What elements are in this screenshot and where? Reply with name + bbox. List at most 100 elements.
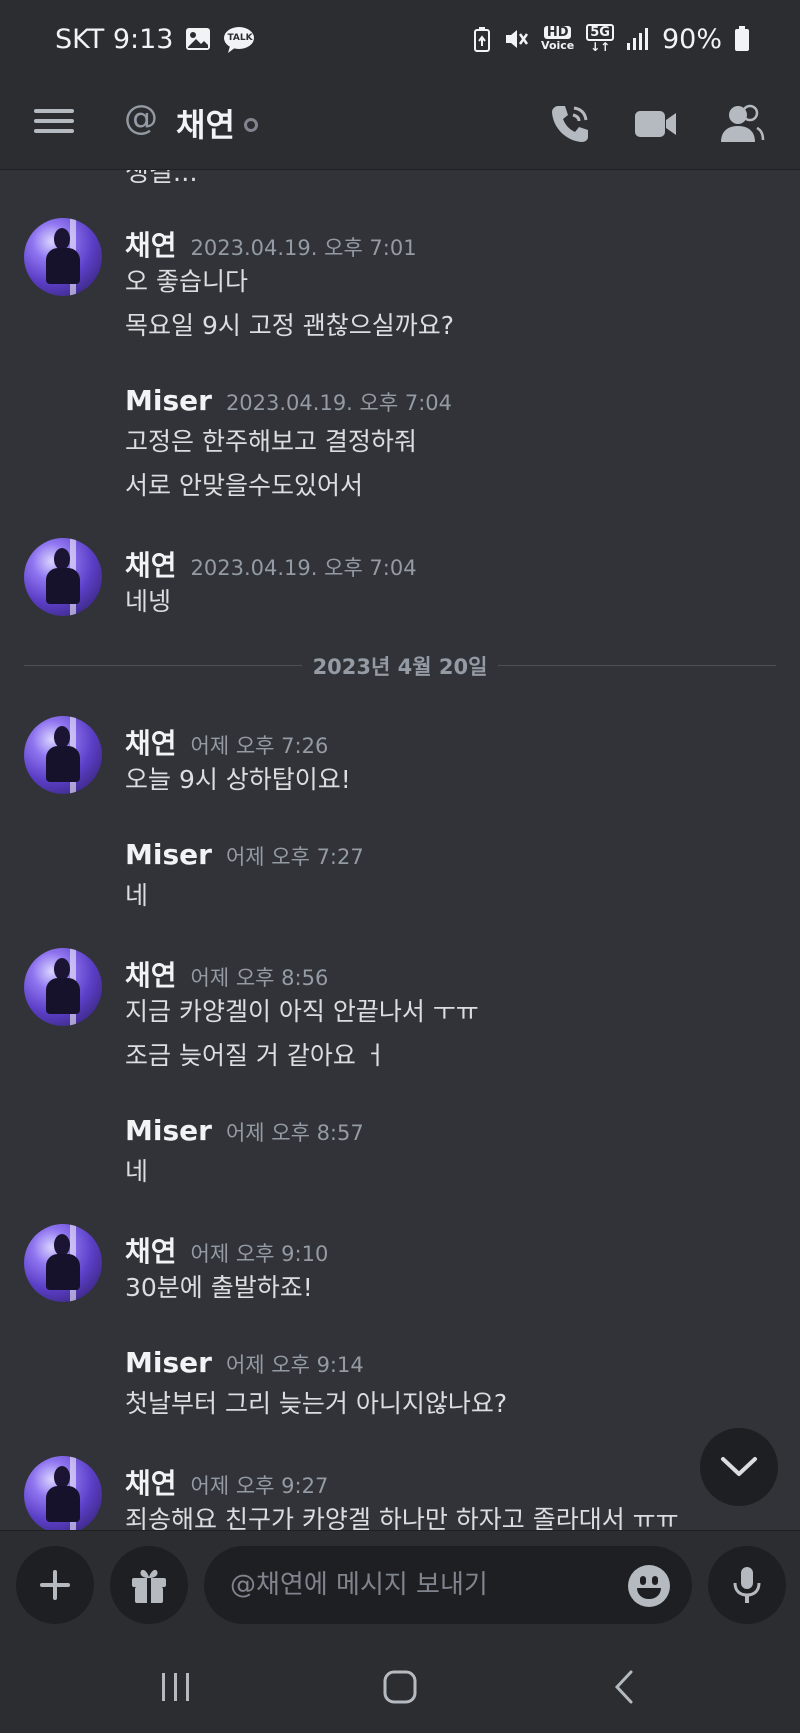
message-text[interactable]: 오늘 9시 상하탑이요!	[125, 760, 351, 796]
author-name: 채연	[125, 549, 177, 582]
message-text[interactable]: 죄송해요 친구가 카양겔 하나만 하자고 졸라대서 ㅠㅠ	[125, 1500, 679, 1530]
attach-button[interactable]	[16, 1546, 94, 1624]
status-bar-left: SKT 9:13 TALK	[55, 24, 255, 55]
author-name: 채연	[125, 959, 177, 992]
message-author[interactable]: 채연 어제 오후 9:10	[125, 1230, 328, 1270]
menu-button[interactable]	[34, 104, 74, 144]
date-divider-label: 2023년 4월 20일	[312, 655, 488, 679]
message-text[interactable]: 네넹	[125, 582, 171, 618]
author-name: 채연	[125, 1467, 177, 1500]
message-timestamp: 어제 오후 8:57	[225, 1121, 364, 1145]
message-author[interactable]: Miser 어제 오후 9:14	[125, 1346, 364, 1379]
hd-voice-top: HD	[543, 26, 572, 39]
data-arrows-icon: ↓↑	[590, 40, 611, 54]
author-name: Miser	[125, 1346, 212, 1379]
chevron-down-icon	[721, 1457, 757, 1476]
back-button[interactable]	[594, 1664, 654, 1710]
cutoff-message-text: 생길...	[125, 170, 198, 188]
video-camera-icon	[635, 111, 676, 137]
avatar[interactable]	[24, 538, 102, 616]
network-type: 5G	[586, 24, 614, 41]
jump-to-latest-button[interactable]	[700, 1428, 778, 1506]
message-text[interactable]: 목요일 9시 고정 괜찮으실까요?	[125, 306, 454, 342]
kakaotalk-icon: TALK	[223, 26, 255, 53]
message-author[interactable]: Miser 2023.04.19. 오후 7:04	[125, 384, 452, 417]
signal-icon	[626, 27, 650, 51]
video-call-button[interactable]	[630, 98, 682, 150]
channel-header: @ 채연	[0, 78, 800, 170]
members-button[interactable]	[716, 98, 768, 150]
message-list[interactable]: 생길... 채연 2023.04.19. 오후 7:01 오 좋습니다 목요일 9…	[0, 170, 800, 1530]
home-button[interactable]	[370, 1664, 430, 1710]
avatar[interactable]	[24, 218, 102, 296]
message-text[interactable]: 첫날부터 그리 늦는거 아니지않나요?	[125, 1384, 507, 1420]
home-icon	[383, 1670, 417, 1704]
message-composer	[0, 1530, 800, 1640]
message-timestamp: 어제 오후 9:14	[225, 1353, 364, 1377]
message-text[interactable]: 네	[125, 876, 148, 912]
message-timestamp: 2023.04.19. 오후 7:04	[190, 556, 417, 580]
avatar[interactable]	[24, 1224, 102, 1302]
back-icon	[614, 1670, 633, 1704]
mute-icon	[503, 26, 529, 52]
message-timestamp: 어제 오후 7:27	[225, 845, 364, 869]
gift-icon	[132, 1569, 166, 1603]
status-bar-right: HD Voice 5G ↓↑ 90%	[473, 24, 750, 55]
battery-saver-icon	[473, 26, 491, 52]
menu-icon	[34, 109, 74, 133]
message-text[interactable]: 30분에 출발하죠!	[125, 1268, 313, 1304]
message-author[interactable]: 채연 2023.04.19. 오후 7:01	[125, 224, 417, 264]
voice-message-button[interactable]	[708, 1546, 786, 1624]
phone-call-icon	[552, 106, 588, 142]
plus-icon	[40, 1570, 70, 1600]
avatar[interactable]	[24, 948, 102, 1026]
message-text[interactable]: 조금 늦어질 거 같아요 ㅓ	[125, 1036, 387, 1072]
message-input[interactable]	[204, 1546, 692, 1624]
gift-button[interactable]	[110, 1546, 188, 1624]
divider-line-right	[498, 665, 776, 666]
avatar[interactable]	[24, 1456, 102, 1530]
date-divider: 2023년 4월 20일	[24, 650, 776, 680]
message-author[interactable]: 채연 어제 오후 7:26	[125, 722, 328, 762]
message-text[interactable]: 네	[125, 1152, 148, 1188]
author-name: Miser	[125, 838, 212, 871]
at-icon: @	[124, 98, 158, 138]
message-timestamp: 어제 오후 7:26	[190, 734, 329, 758]
message-author[interactable]: 채연 2023.04.19. 오후 7:04	[125, 544, 417, 584]
message-timestamp: 2023.04.19. 오후 7:04	[225, 391, 452, 415]
carrier-time: SKT 9:13	[55, 23, 174, 55]
message-timestamp: 어제 오후 8:56	[190, 966, 329, 990]
microphone-icon	[733, 1567, 761, 1603]
message-timestamp: 어제 오후 9:10	[190, 1242, 329, 1266]
voice-call-button[interactable]	[544, 98, 596, 150]
channel-name[interactable]: 채연	[176, 100, 235, 146]
message-author[interactable]: Miser 어제 오후 8:57	[125, 1114, 364, 1147]
hd-voice-bottom: Voice	[541, 39, 575, 52]
author-name: 채연	[125, 1235, 177, 1268]
message-timestamp: 2023.04.19. 오후 7:01	[190, 236, 417, 260]
avatar[interactable]	[24, 716, 102, 794]
message-author[interactable]: Miser 어제 오후 7:27	[125, 838, 364, 871]
members-icon	[721, 104, 765, 142]
message-text[interactable]: 고정은 한주해보고 결정하줘	[125, 422, 417, 458]
system-nav-bar	[0, 1640, 800, 1733]
talk-badge: TALK	[227, 33, 253, 43]
author-name: Miser	[125, 1114, 212, 1147]
message-author[interactable]: 채연 어제 오후 8:56	[125, 954, 328, 994]
hd-voice-icon: HD Voice	[541, 26, 574, 52]
recent-apps-icon	[162, 1673, 189, 1701]
battery-icon	[734, 26, 750, 52]
author-name: Miser	[125, 384, 212, 417]
message-text[interactable]: 지금 카양겔이 아직 안끝나서 ㅜㅠ	[125, 992, 479, 1028]
network-5g-icon: 5G ↓↑	[586, 24, 614, 54]
author-name: 채연	[125, 727, 177, 760]
offline-status-icon	[244, 118, 258, 132]
recent-apps-button[interactable]	[146, 1664, 206, 1710]
author-name: 채연	[125, 229, 177, 262]
message-text[interactable]: 서로 안맞을수도있어서	[125, 466, 363, 502]
message-timestamp: 어제 오후 9:27	[190, 1474, 329, 1498]
message-text[interactable]: 오 좋습니다	[125, 262, 248, 298]
message-author[interactable]: 채연 어제 오후 9:27	[125, 1462, 328, 1502]
gallery-icon	[185, 27, 211, 51]
emoji-button[interactable]	[628, 1565, 670, 1607]
